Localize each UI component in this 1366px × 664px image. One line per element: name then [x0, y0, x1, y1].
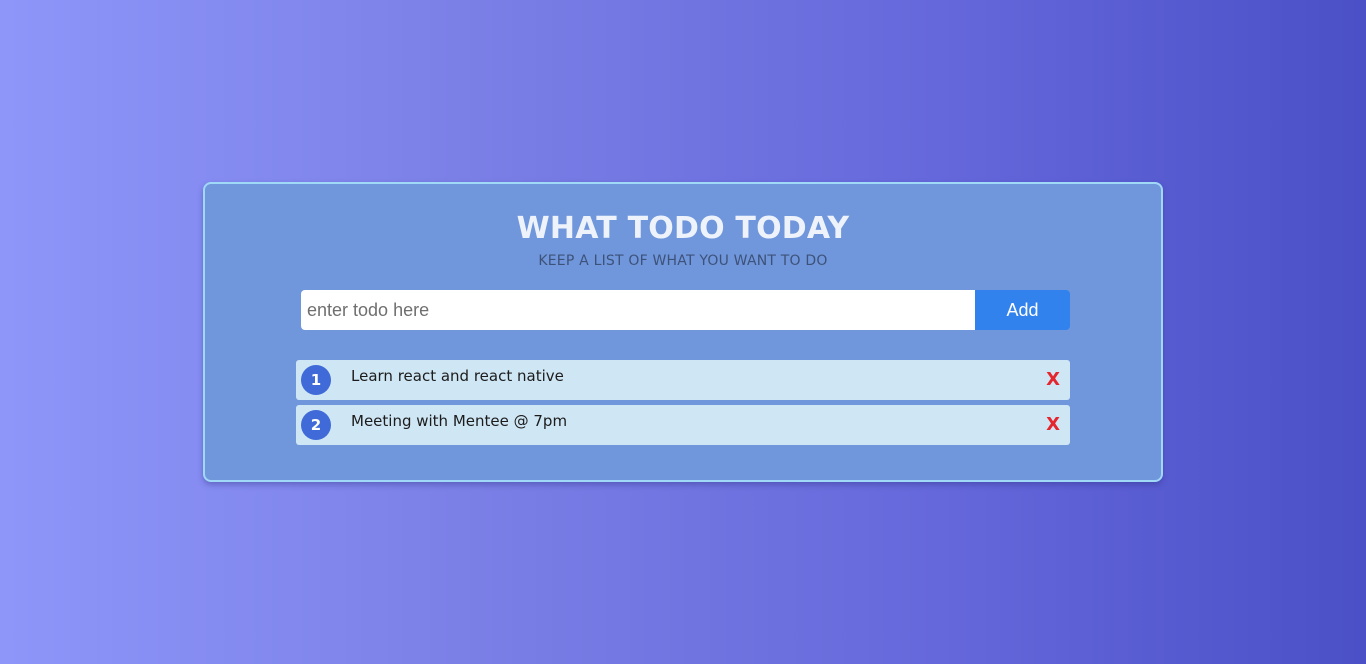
delete-todo-button[interactable]: X: [1046, 370, 1060, 390]
add-todo-form: Add: [301, 290, 1070, 330]
add-button[interactable]: Add: [975, 290, 1070, 330]
todo-number-badge: 1: [301, 365, 331, 395]
page-subtitle: KEEP A LIST OF WHAT YOU WANT TO DO: [538, 253, 828, 269]
todo-input[interactable]: [301, 290, 975, 330]
todo-item: 1 Learn react and react native X: [296, 360, 1070, 400]
page-title: WHAT TODO TODAY: [516, 211, 850, 246]
todo-text: Meeting with Mentee @ 7pm: [351, 412, 568, 430]
todo-number-badge: 2: [301, 410, 331, 440]
todo-text: Learn react and react native: [351, 367, 564, 385]
todo-list: 1 Learn react and react native X 2 Meeti…: [296, 360, 1070, 450]
delete-todo-button[interactable]: X: [1046, 415, 1060, 435]
todo-card: WHAT TODO TODAY KEEP A LIST OF WHAT YOU …: [203, 182, 1163, 482]
todo-item: 2 Meeting with Mentee @ 7pm X: [296, 405, 1070, 445]
